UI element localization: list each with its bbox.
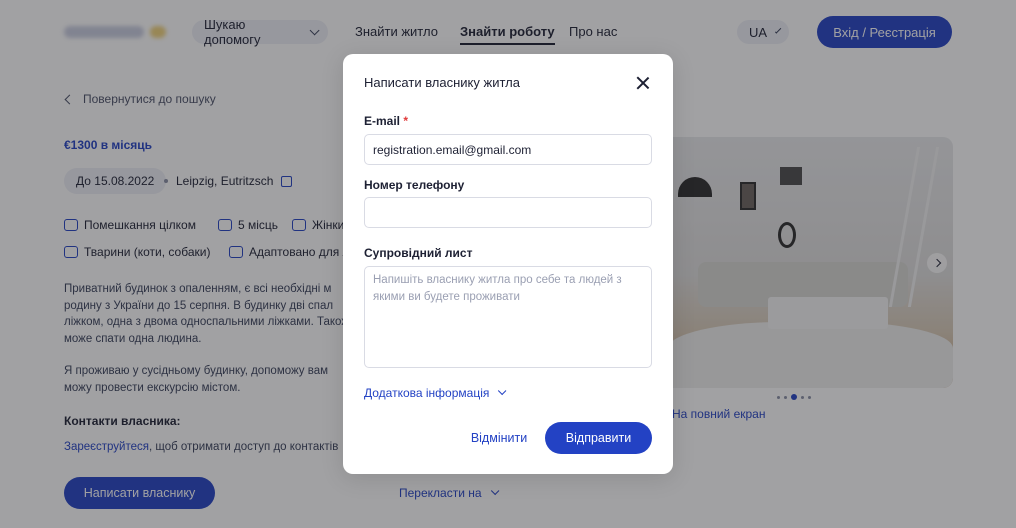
email-label-text: E-mail xyxy=(364,114,401,128)
close-icon[interactable] xyxy=(636,76,650,90)
cancel-button[interactable]: Відмінити xyxy=(467,422,531,454)
write-owner-modal: Написати власнику житла E-mail * Номер т… xyxy=(343,54,673,474)
phone-label: Номер телефону xyxy=(364,178,465,192)
email-label: E-mail * xyxy=(364,114,408,128)
chevron-down-icon xyxy=(498,386,507,396)
additional-info-toggle[interactable]: Додаткова інформація xyxy=(364,386,507,400)
additional-info-label: Додаткова інформація xyxy=(364,386,490,400)
phone-field[interactable] xyxy=(364,197,652,228)
required-mark: * xyxy=(403,114,409,128)
cover-letter-field[interactable] xyxy=(364,266,652,368)
cover-letter-label: Супровідний лист xyxy=(364,246,473,260)
send-button[interactable]: Відправити xyxy=(545,422,652,454)
email-field[interactable] xyxy=(364,134,652,165)
modal-title: Написати власнику житла xyxy=(364,75,520,90)
